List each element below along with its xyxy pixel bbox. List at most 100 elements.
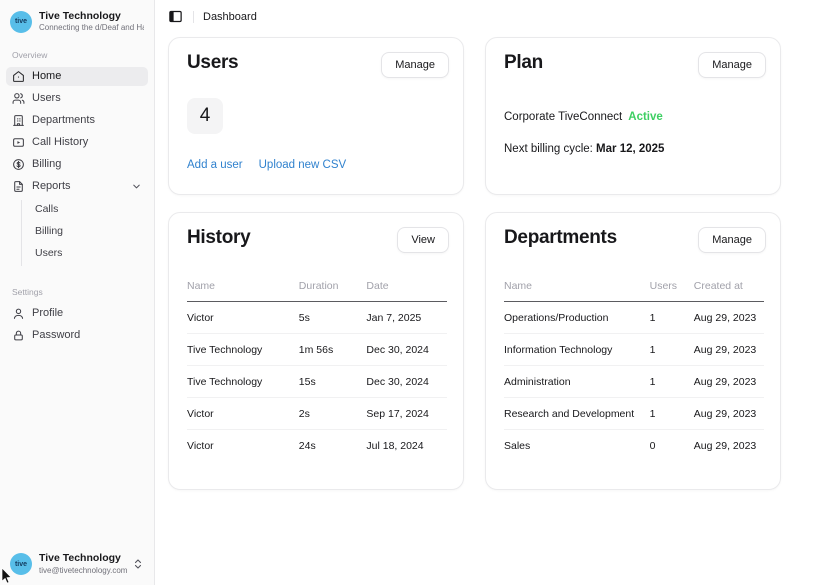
department-users: 1 [650, 366, 694, 398]
sidebar-item-label: Departments [32, 114, 95, 126]
plan-card-title: Plan [504, 52, 543, 75]
table-row[interactable]: Tive Technology 15s Dec 30, 2024 [187, 366, 447, 398]
sidebar-item-password[interactable]: Password [6, 326, 148, 345]
home-icon [12, 70, 25, 83]
history-card: History View Name Duration Date V [168, 212, 464, 490]
sidebar-item-label: Billing [32, 158, 61, 170]
column-header: Users [650, 280, 694, 302]
dollar-circle-icon [12, 158, 25, 171]
sidebar-item-users[interactable]: Users [6, 89, 148, 108]
history-date: Jan 7, 2025 [366, 302, 447, 334]
history-date: Sep 17, 2024 [366, 398, 447, 430]
app-window: tive Tive Technology Connecting the d/De… [0, 0, 828, 585]
department-created: Aug 29, 2023 [694, 302, 764, 334]
history-date: Dec 30, 2024 [366, 334, 447, 366]
manage-users-button[interactable]: Manage [381, 52, 449, 78]
department-users: 0 [650, 430, 694, 462]
history-duration: 15s [299, 366, 367, 398]
manage-plan-button[interactable]: Manage [698, 52, 766, 78]
reports-submenu: Calls Billing Users [21, 200, 148, 266]
file-text-icon [12, 180, 25, 193]
tive-logo: tive [10, 11, 32, 33]
sidebar-item-home[interactable]: Home [6, 67, 148, 86]
sidebar-item-call-history[interactable]: Call History [6, 133, 148, 152]
history-table: Name Duration Date Victor 5s Jan 7, 2025… [187, 280, 447, 461]
user-count: 4 [187, 98, 223, 134]
account-name: Tive Technology [39, 552, 125, 565]
brand-tagline: Connecting the d/Deaf and Hard... [39, 23, 144, 33]
section-label-overview: Overview [0, 50, 154, 60]
table-row[interactable]: Sales 0 Aug 29, 2023 [504, 430, 764, 462]
submenu-item-calls[interactable]: Calls [22, 200, 148, 218]
view-history-button[interactable]: View [397, 227, 449, 253]
sidebar-item-label: Password [32, 329, 80, 341]
history-name: Victor [187, 302, 299, 334]
upload-csv-link[interactable]: Upload new CSV [259, 159, 347, 171]
table-row[interactable]: Information Technology 1 Aug 29, 2023 [504, 334, 764, 366]
brand: tive Tive Technology Connecting the d/De… [0, 10, 154, 34]
department-users: 1 [650, 398, 694, 430]
sidebar-item-label: Profile [32, 307, 63, 319]
history-date: Dec 30, 2024 [366, 366, 447, 398]
table-row[interactable]: Victor 24s Jul 18, 2024 [187, 430, 447, 462]
department-created: Aug 29, 2023 [694, 430, 764, 462]
section-label-settings: Settings [0, 287, 154, 297]
tive-logo: tive [10, 553, 32, 575]
submenu-item-users[interactable]: Users [22, 244, 148, 262]
plan-name-line: Corporate TiveConnectActive [504, 111, 780, 123]
account-info: Tive Technology tive@tivetechnology.com [39, 552, 125, 576]
table-header-row: Name Duration Date [187, 280, 447, 302]
brand-name: Tive Technology [39, 10, 144, 23]
sidebar-item-profile[interactable]: Profile [6, 304, 148, 323]
table-row[interactable]: Tive Technology 1m 56s Dec 30, 2024 [187, 334, 447, 366]
brand-text: Tive Technology Connecting the d/Deaf an… [39, 10, 144, 34]
account-email: tive@tivetechnology.com [39, 566, 125, 576]
chevrons-up-down-icon [132, 558, 144, 570]
sidebar-item-reports[interactable]: Reports [6, 177, 148, 196]
plan-card: Plan Manage Corporate TiveConnectActive … [485, 37, 781, 195]
table-row[interactable]: Research and Development 1 Aug 29, 2023 [504, 398, 764, 430]
department-name: Administration [504, 366, 650, 398]
account-switcher[interactable]: tive Tive Technology tive@tivetechnology… [0, 544, 154, 585]
users-icon [12, 92, 25, 105]
topbar: Dashboard [155, 0, 828, 33]
sidebar-toggle-button[interactable] [164, 6, 186, 28]
sidebar-item-departments[interactable]: Departments [6, 111, 148, 130]
billing-cycle-label: Next billing cycle: [504, 143, 596, 155]
manage-departments-button[interactable]: Manage [698, 227, 766, 253]
billing-cycle-line: Next billing cycle: Mar 12, 2025 [504, 143, 780, 155]
sidebar-nav: Home Users Departments Call History [0, 67, 154, 348]
breadcrumb: Dashboard [203, 11, 257, 23]
department-name: Operations/Production [504, 302, 650, 334]
users-card-title: Users [187, 52, 238, 75]
column-header: Date [366, 280, 447, 302]
history-duration: 24s [299, 430, 367, 462]
table-row[interactable]: Victor 5s Jan 7, 2025 [187, 302, 447, 334]
users-card: Users Manage 4 Add a user Upload new CSV [168, 37, 464, 195]
dashboard-grid: Users Manage 4 Add a user Upload new CSV… [155, 33, 828, 490]
sidebar-item-label: Home [32, 70, 61, 82]
billing-cycle-date: Mar 12, 2025 [596, 143, 664, 155]
table-row[interactable]: Administration 1 Aug 29, 2023 [504, 366, 764, 398]
departments-card: Departments Manage Name Users Created at [485, 212, 781, 490]
column-header: Name [187, 280, 299, 302]
sidebar-item-label: Call History [32, 136, 88, 148]
department-created: Aug 29, 2023 [694, 398, 764, 430]
history-duration: 1m 56s [299, 334, 367, 366]
history-date: Jul 18, 2024 [366, 430, 447, 462]
sidebar-item-label: Users [32, 92, 61, 104]
department-name: Information Technology [504, 334, 650, 366]
department-created: Aug 29, 2023 [694, 366, 764, 398]
main-area: Dashboard Users Manage 4 Add a user Uplo… [155, 0, 828, 585]
sidebar-item-billing[interactable]: Billing [6, 155, 148, 174]
table-row[interactable]: Operations/Production 1 Aug 29, 2023 [504, 302, 764, 334]
add-user-link[interactable]: Add a user [187, 159, 243, 171]
departments-card-title: Departments [504, 227, 617, 250]
panel-left-icon [168, 9, 183, 24]
submenu-item-billing[interactable]: Billing [22, 222, 148, 240]
status-badge: Active [628, 111, 663, 123]
topbar-divider [193, 11, 194, 23]
history-name: Victor [187, 398, 299, 430]
table-row[interactable]: Victor 2s Sep 17, 2024 [187, 398, 447, 430]
chevron-down-icon[interactable] [131, 181, 142, 192]
